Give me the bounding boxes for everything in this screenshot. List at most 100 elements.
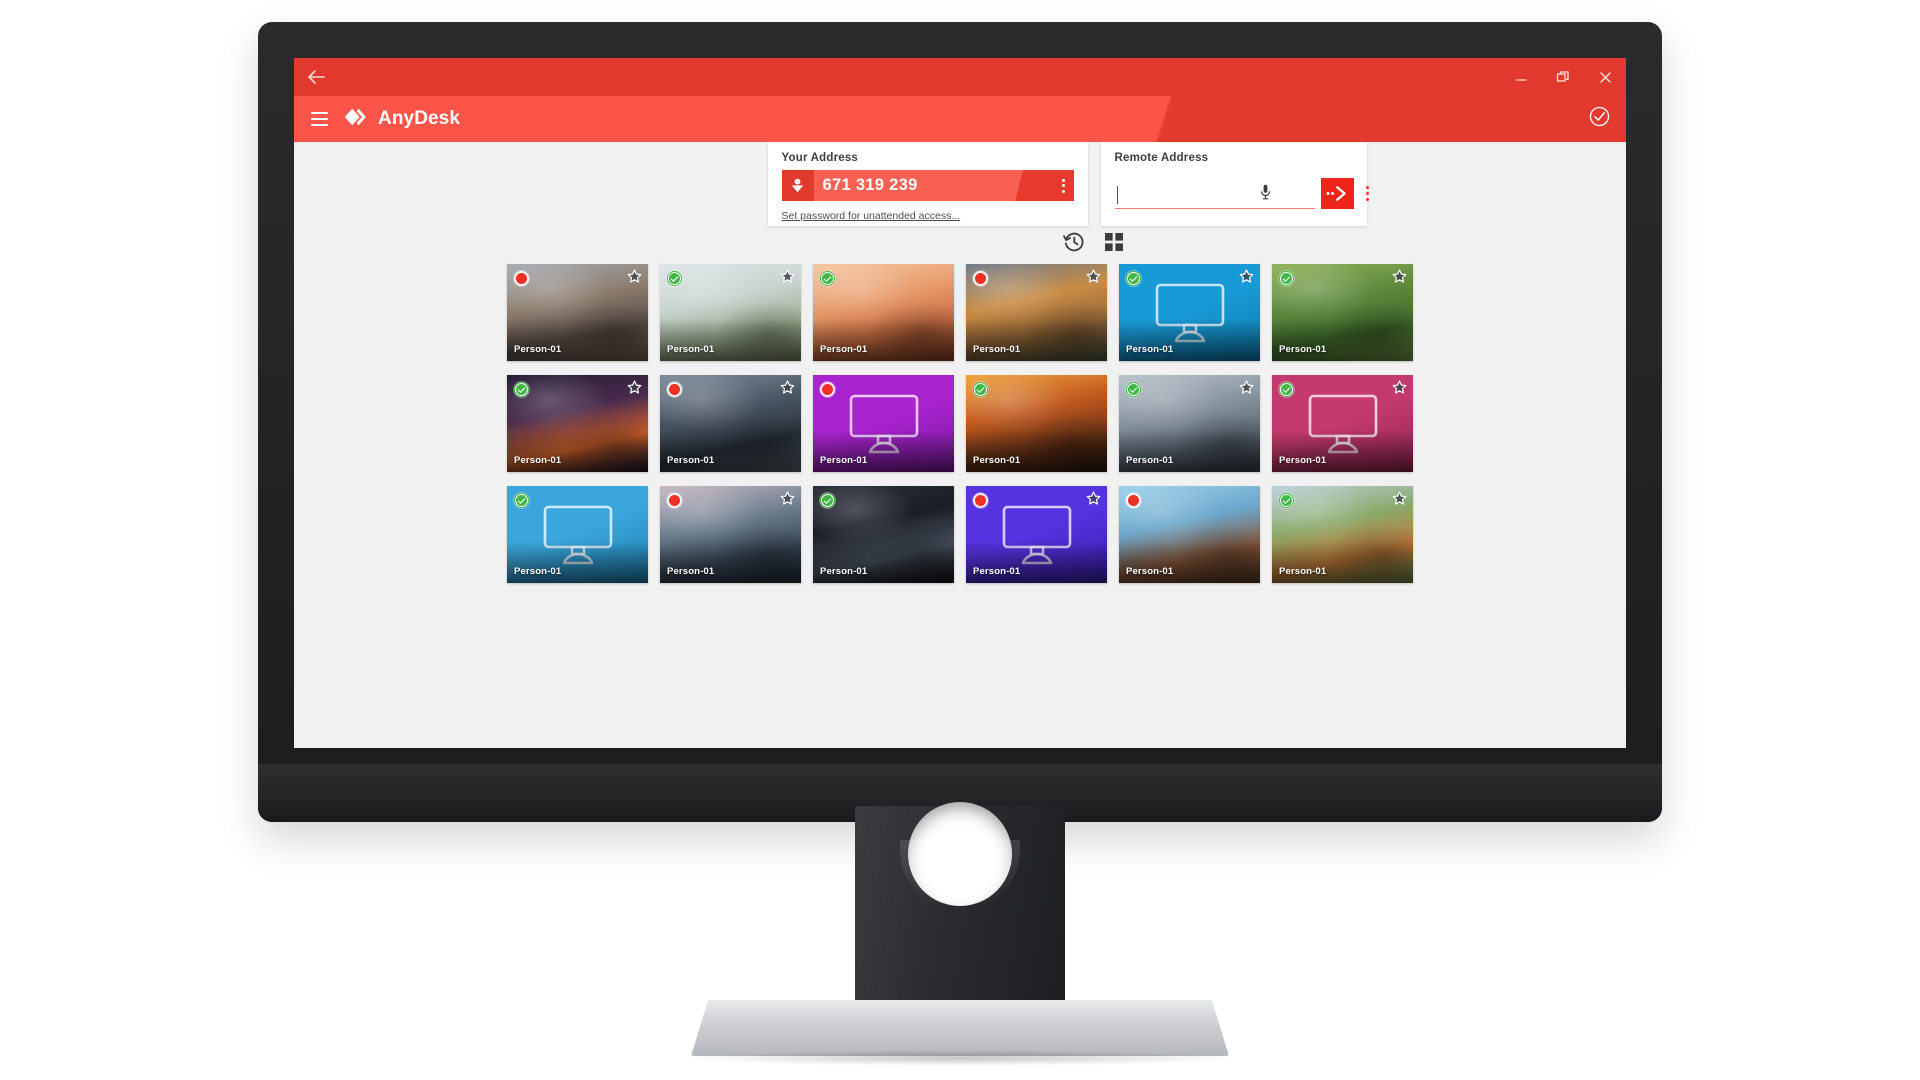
session-tile[interactable]: Person-01 [966,264,1107,361]
session-tile-grid: Person-01 Person-01 Person-01 Person-01 Pers… [294,264,1626,748]
favorite-star-icon[interactable] [627,380,642,400]
session-tile[interactable]: Person-01 [966,375,1107,472]
app-toolbar: AnyDesk [294,96,1626,142]
set-password-link[interactable]: Set password for unattended access... [782,210,961,222]
kebab-menu-icon[interactable] [1061,178,1065,193]
tile-label: Person-01 [1279,566,1327,577]
monitor-bezel: AnyDesk Your Address 671 319 239 Set pas… [258,22,1662,822]
favorite-star-icon[interactable] [780,269,795,289]
remote-address-card: Remote Address [1100,142,1369,226]
status-offline-icon [973,493,988,508]
check-icon [1129,274,1138,282]
tile-label: Person-01 [820,455,868,466]
session-tile[interactable]: Person-01 [1119,264,1260,361]
anydesk-window: AnyDesk Your Address 671 319 239 Set pas… [294,58,1626,748]
tile-label: Person-01 [514,455,562,466]
tile-label: Person-01 [514,566,562,577]
tile-label: Person-01 [973,566,1021,577]
minimize-icon[interactable] [1500,58,1542,96]
status-online-icon [1279,271,1294,286]
window-titlebar [294,58,1626,96]
favorite-star-icon[interactable] [780,491,795,511]
status-online-icon [514,493,529,508]
tile-label: Person-01 [667,344,715,355]
tile-label: Person-01 [1126,344,1174,355]
anydesk-id-icon [781,170,814,201]
grid-view-icon[interactable] [1102,230,1126,254]
favorite-star-icon[interactable] [780,380,795,400]
tile-label: Person-01 [667,566,715,577]
session-tile[interactable]: Person-01 [813,375,954,472]
your-address-value: 671 319 239 [822,176,918,194]
favorite-star-icon[interactable] [1392,380,1407,400]
status-offline-icon [820,382,835,397]
status-online-icon [1279,382,1294,397]
status-offline-icon [667,382,682,397]
tile-label: Person-01 [667,455,715,466]
check-icon [1282,496,1291,504]
session-tile[interactable]: Person-01 [1272,264,1413,361]
check-icon [976,385,985,393]
remote-address-input[interactable] [1114,183,1315,209]
view-toolbar [294,230,1626,254]
check-icon [670,274,679,282]
session-tile[interactable]: Person-01 [660,375,801,472]
your-address-card: Your Address 671 319 239 Set password fo… [767,142,1088,226]
status-online-icon [667,271,682,286]
hamburger-menu-icon[interactable] [294,96,344,142]
favorite-star-icon[interactable] [627,269,642,289]
tile-label: Person-01 [820,566,868,577]
status-offline-icon [1126,493,1141,508]
session-tile[interactable]: Person-01 [1119,375,1260,472]
monitor-stand-notch [900,802,1020,910]
session-tile[interactable]: Person-01 [660,264,801,361]
session-tile[interactable]: Person-01 [660,486,801,583]
screenshot-root: AnyDesk Your Address 671 319 239 Set pas… [0,0,1920,1080]
session-tile[interactable]: Person-01 [1119,486,1260,583]
session-tile[interactable]: Person-01 [507,264,648,361]
window-controls [1500,58,1626,96]
tile-label: Person-01 [820,344,868,355]
check-icon [1129,385,1138,393]
microphone-icon[interactable] [1260,184,1271,205]
anydesk-logo-icon [344,108,371,131]
favorite-star-icon[interactable] [1239,380,1254,400]
back-arrow-icon[interactable] [294,58,338,96]
favorite-star-icon[interactable] [1239,269,1254,289]
session-tile[interactable]: Person-01 [1272,486,1413,583]
your-address-label: Your Address [781,152,859,164]
status-online-icon [1279,493,1294,508]
status-online-icon [514,382,529,397]
session-tile[interactable]: Person-01 [1272,375,1413,472]
status-offline-icon [973,271,988,286]
check-circle-icon[interactable] [1589,106,1610,132]
brand: AnyDesk [344,108,460,131]
connect-button[interactable] [1320,178,1354,209]
main-content: Your Address 671 319 239 Set password fo… [294,142,1626,748]
monitor-screen: AnyDesk Your Address 671 319 239 Set pas… [294,58,1626,748]
status-online-icon [1126,271,1141,286]
session-tile[interactable]: Person-01 [966,486,1107,583]
check-icon [823,496,832,504]
text-caret [1116,186,1118,204]
tile-label: Person-01 [973,344,1021,355]
close-icon[interactable] [1584,58,1626,96]
session-tile[interactable]: Person-01 [813,486,954,583]
favorite-star-icon[interactable] [1086,269,1101,289]
session-tile[interactable]: Person-01 [813,264,954,361]
favorite-star-icon[interactable] [1392,269,1407,289]
tile-label: Person-01 [1279,344,1327,355]
restore-window-icon[interactable] [1542,58,1584,96]
check-icon [517,496,526,504]
session-tile[interactable]: Person-01 [507,486,648,583]
your-address-value-box[interactable]: 671 319 239 [813,170,1074,201]
remote-address-label: Remote Address [1114,152,1209,164]
your-address-field[interactable]: 671 319 239 [781,170,1074,201]
status-online-icon [820,271,835,286]
favorite-star-icon[interactable] [1086,491,1101,511]
session-tile[interactable]: Person-01 [507,375,648,472]
remote-kebab-menu-icon[interactable] [1360,178,1376,209]
history-clock-icon[interactable] [1062,230,1086,254]
favorite-star-icon[interactable] [1392,491,1407,511]
tile-label: Person-01 [514,344,562,355]
